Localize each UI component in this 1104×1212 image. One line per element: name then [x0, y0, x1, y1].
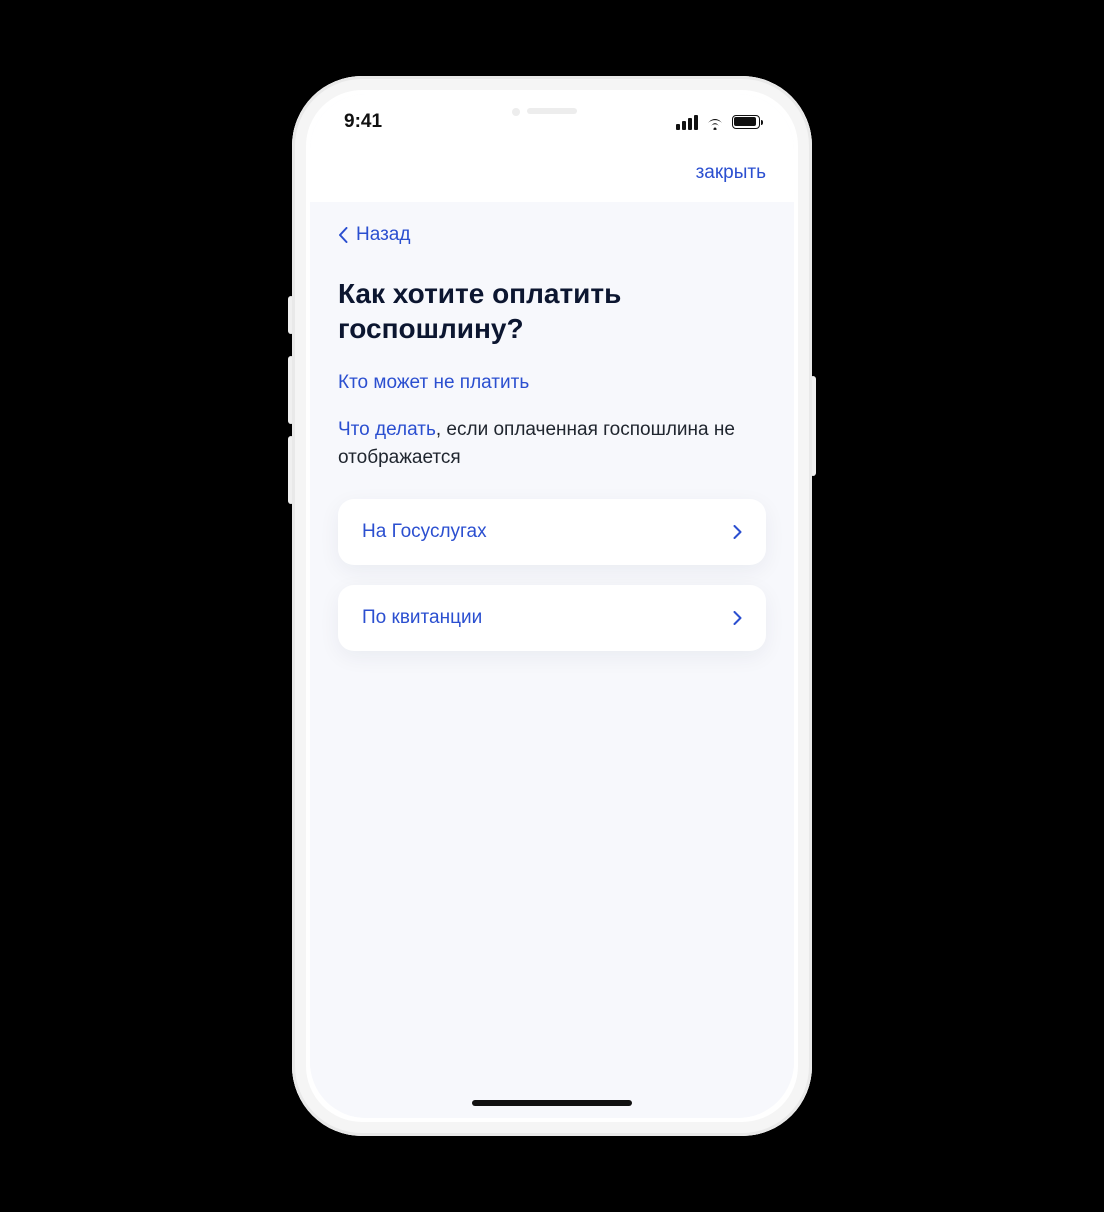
option-receipt[interactable]: По квитанции: [338, 585, 766, 651]
status-time: 9:41: [344, 111, 382, 133]
who-exempt-link[interactable]: Кто может не платить: [338, 372, 529, 394]
content: Назад Как хотите оплатить госпошлину? Кт…: [310, 202, 794, 1118]
chevron-right-icon: [733, 611, 742, 625]
phone-mute-switch: [288, 296, 294, 334]
back-button[interactable]: Назад: [338, 224, 410, 246]
what-to-do-link[interactable]: Что делать: [338, 419, 436, 440]
chevron-right-icon: [733, 525, 742, 539]
what-to-do-paragraph: Что делать, если оплаченная госпошлина н…: [338, 416, 766, 471]
option-label: На Госуслугах: [362, 521, 487, 543]
close-button[interactable]: закрыть: [696, 162, 766, 184]
phone-speaker: [527, 108, 577, 114]
screen: 9:41 закрыть Назад Как хотите оплатить г…: [310, 94, 794, 1118]
option-gosuslugi[interactable]: На Госуслугах: [338, 499, 766, 565]
option-label: По квитанции: [362, 607, 482, 629]
front-camera-dot: [512, 108, 520, 116]
battery-icon: [732, 115, 760, 129]
status-icons: [676, 115, 760, 130]
phone-volume-up: [288, 356, 294, 424]
phone-volume-down: [288, 436, 294, 504]
cellular-signal-icon: [676, 115, 698, 130]
phone-notch: [452, 94, 652, 128]
back-label: Назад: [356, 224, 410, 246]
phone-frame: 9:41 закрыть Назад Как хотите оплатить г…: [292, 76, 812, 1136]
page-title: Как хотите оплатить госпошлину?: [338, 276, 766, 346]
chevron-left-icon: [338, 227, 348, 243]
phone-power-button: [810, 376, 816, 476]
wifi-icon: [705, 115, 725, 130]
app-bar: закрыть: [310, 150, 794, 202]
home-indicator[interactable]: [472, 1100, 632, 1106]
